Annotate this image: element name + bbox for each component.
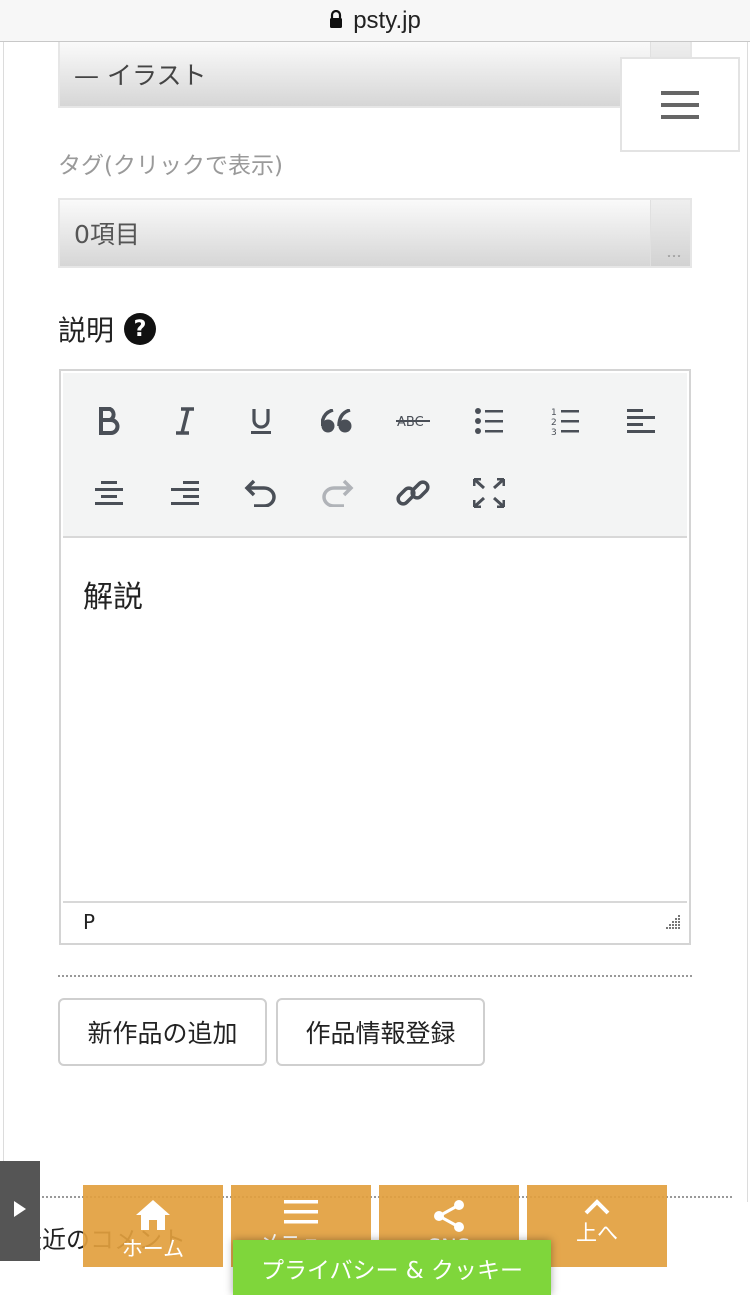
undo-button[interactable] — [236, 468, 286, 518]
add-new-work-button[interactable]: 新作品の追加 — [58, 998, 267, 1066]
svg-text:ABC: ABC — [397, 415, 424, 430]
align-right-icon — [171, 481, 199, 505]
blockquote-icon — [321, 409, 352, 433]
description-heading: 説明 ? — [58, 309, 157, 349]
url-text: psty.jp — [353, 6, 421, 34]
fullscreen-button[interactable] — [464, 468, 514, 518]
chevron-up-icon — [584, 1199, 610, 1215]
strikethrough-button[interactable]: ABC — [388, 396, 438, 446]
editor-content-area[interactable]: 解説 — [63, 540, 687, 900]
privacy-cookies-button[interactable]: プライバシー & クッキー — [233, 1240, 551, 1295]
align-left-icon — [627, 409, 655, 433]
italic-icon — [176, 407, 194, 435]
category-select[interactable]: — イラスト — [58, 42, 692, 108]
menu-icon — [284, 1200, 318, 1224]
ellipsis-icon: ˯˯˯ — [667, 244, 682, 258]
align-center-icon — [95, 481, 123, 505]
tag-label[interactable]: タグ(クリックで表示) — [58, 146, 283, 180]
strikethrough-icon: ABC — [396, 415, 430, 430]
undo-icon — [244, 479, 276, 507]
resize-handle-icon[interactable] — [663, 911, 681, 935]
align-center-button[interactable] — [84, 468, 134, 518]
bold-icon — [99, 407, 120, 435]
nav-home-button[interactable]: ホーム — [83, 1185, 223, 1267]
italic-button[interactable] — [160, 396, 210, 446]
blockquote-button[interactable] — [312, 396, 362, 446]
section-divider — [58, 975, 692, 977]
svg-text:1: 1 — [551, 408, 557, 418]
home-icon — [136, 1200, 170, 1230]
rich-text-editor: ABC 1 2 3 解説 P — [59, 369, 691, 945]
hamburger-icon — [661, 90, 699, 119]
redo-button[interactable] — [312, 468, 362, 518]
side-panel-toggle[interactable] — [0, 1161, 40, 1261]
frame-left-border — [3, 42, 4, 1202]
editor-toolbar: ABC 1 2 3 — [63, 373, 687, 538]
link-button[interactable] — [388, 468, 438, 518]
frame-right-border — [747, 42, 748, 1202]
share-icon — [434, 1200, 464, 1232]
numbered-list-button[interactable]: 1 2 3 — [540, 396, 590, 446]
hamburger-menu-button[interactable] — [620, 57, 740, 152]
browser-url-bar[interactable]: psty.jp — [0, 0, 750, 42]
align-left-button[interactable] — [616, 396, 666, 446]
category-select-value: — イラスト — [74, 61, 207, 90]
underline-button[interactable] — [236, 396, 286, 446]
align-right-button[interactable] — [160, 468, 210, 518]
svg-text:3: 3 — [551, 428, 557, 436]
bullet-list-button[interactable] — [464, 396, 514, 446]
link-icon — [396, 480, 430, 506]
underline-icon — [251, 409, 271, 434]
register-work-info-button[interactable]: 作品情報登録 — [276, 998, 485, 1066]
tag-select[interactable]: 0項目 ˯˯˯ — [58, 198, 692, 268]
description-label: 説明 — [58, 314, 115, 347]
element-path[interactable]: P — [83, 910, 95, 934]
nav-home-label: ホーム — [121, 1237, 185, 1261]
tag-select-value: 0項目 — [74, 220, 140, 249]
bullet-list-icon — [475, 408, 503, 434]
svg-text:2: 2 — [551, 418, 557, 428]
lock-icon — [329, 9, 343, 32]
editor-status-bar: P — [63, 901, 687, 941]
numbered-list-icon: 1 2 3 — [551, 408, 579, 436]
redo-icon — [322, 479, 354, 507]
play-arrow-icon — [14, 1201, 26, 1217]
help-icon[interactable]: ? — [124, 313, 157, 345]
nav-top-label: 上へ — [576, 1221, 618, 1245]
bold-button[interactable] — [84, 396, 134, 446]
fullscreen-icon — [473, 478, 505, 508]
